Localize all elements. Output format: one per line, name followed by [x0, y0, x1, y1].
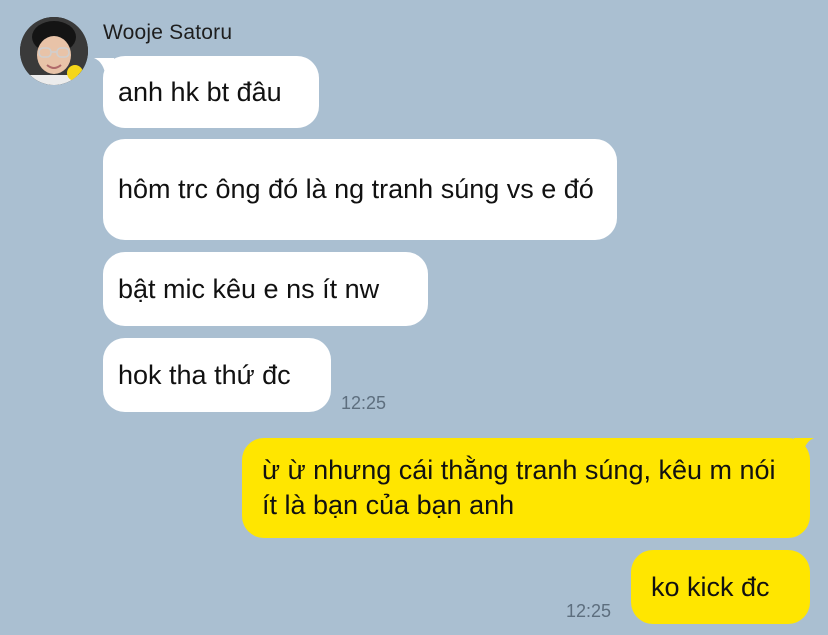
message-text: hôm trc ông đó là ng tranh súng vs e đó	[118, 174, 594, 204]
incoming-message-bubble[interactable]: bật mic kêu e ns ít nw	[103, 252, 428, 326]
message-text: anh hk bt đâu	[118, 76, 282, 107]
message-text: ừ ừ nhưng cái thằng tranh súng, kêu m nó…	[262, 455, 776, 520]
incoming-message-bubble[interactable]: anh hk bt đâu	[103, 56, 319, 128]
outgoing-message-bubble[interactable]: ừ ừ nhưng cái thằng tranh súng, kêu m nó…	[242, 438, 810, 538]
message-text: bật mic kêu e ns ít nw	[118, 273, 380, 304]
incoming-message-bubble[interactable]: hôm trc ông đó là ng tranh súng vs e đó	[103, 139, 617, 240]
avatar[interactable]	[20, 17, 88, 85]
outgoing-message-bubble[interactable]: ko kick đc	[631, 550, 810, 624]
avatar-photo-icon	[20, 17, 88, 85]
incoming-message-bubble[interactable]: hok tha thứ đc	[103, 338, 331, 412]
message-timestamp: 12:25	[341, 393, 387, 413]
message-timestamp: 12:25	[566, 601, 612, 621]
sender-name: Wooje Satoru	[103, 21, 233, 44]
message-text: hok tha thứ đc	[118, 359, 291, 390]
message-text: ko kick đc	[651, 571, 770, 602]
